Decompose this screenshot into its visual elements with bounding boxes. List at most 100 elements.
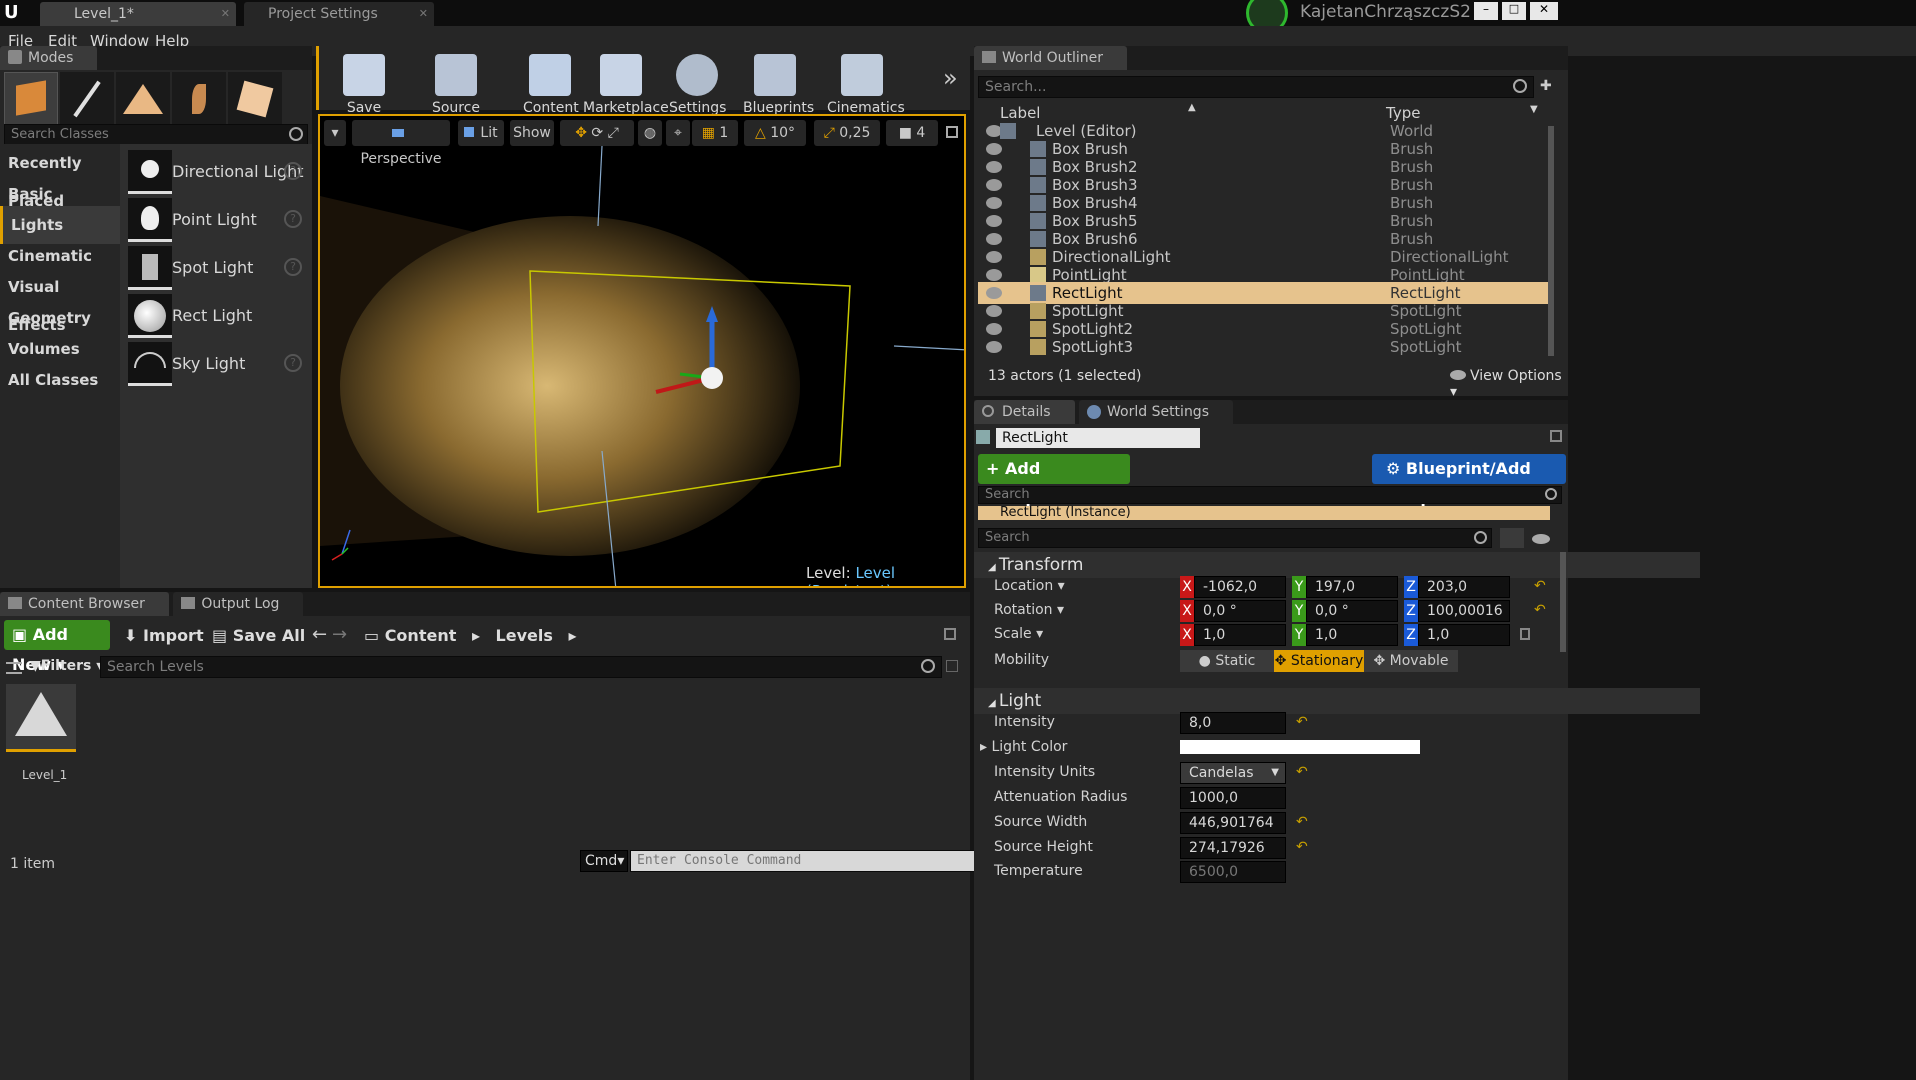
tab-project-settings[interactable]: Project Settings ✕: [244, 2, 434, 26]
visibility-icon[interactable]: [986, 143, 1002, 155]
source-control-button[interactable]: Source Control: [411, 50, 501, 132]
reset-icon[interactable]: ↶: [1534, 578, 1546, 594]
rotation-snap-button[interactable]: △ 10°: [744, 120, 806, 146]
reset-icon[interactable]: ↶: [1296, 764, 1308, 780]
category-all-classes[interactable]: All Classes: [0, 361, 120, 399]
light-color-label[interactable]: ▸ Light Color: [980, 739, 1067, 755]
lit-button[interactable]: Lit: [458, 120, 504, 146]
marketplace-button[interactable]: Marketplace: [583, 50, 669, 118]
add-actor-icon[interactable]: ✚: [1540, 78, 1556, 94]
visibility-icon[interactable]: [986, 161, 1002, 173]
geometry-mode-icon[interactable]: [228, 72, 282, 126]
console-cmd-dropdown[interactable]: Cmd▾: [580, 850, 628, 872]
mobility-movable-button[interactable]: ✥ Movable: [1364, 650, 1458, 672]
tab-world-outliner[interactable]: World Outliner: [974, 46, 1127, 70]
attenuation-radius-input[interactable]: 1000,0: [1180, 787, 1286, 809]
asset-level-1[interactable]: [6, 684, 76, 752]
toolbar-overflow-icon[interactable]: »: [943, 64, 958, 92]
visibility-icon[interactable]: [986, 269, 1002, 281]
close-icon[interactable]: ✕: [221, 2, 230, 26]
blueprints-button[interactable]: Blueprints: [743, 50, 814, 118]
source-height-input[interactable]: 274,17926: [1180, 837, 1286, 859]
list-item-sky-light[interactable]: Sky Light?: [120, 336, 312, 394]
help-icon[interactable]: ?: [284, 258, 302, 276]
surface-snap-button[interactable]: ⌖: [666, 120, 690, 146]
back-button[interactable]: ←: [312, 624, 327, 645]
temperature-input[interactable]: 6500,0: [1180, 861, 1286, 883]
details-scrollbar[interactable]: [1560, 552, 1566, 652]
camera-speed-button[interactable]: ■ 4: [886, 120, 938, 146]
help-icon[interactable]: ?: [284, 210, 302, 228]
location-z-input[interactable]: 203,0: [1418, 576, 1510, 598]
rotation-y-input[interactable]: 0,0 °: [1306, 600, 1398, 622]
visibility-icon[interactable]: [986, 179, 1002, 191]
eye-icon[interactable]: [1532, 534, 1550, 544]
tab-details[interactable]: Details: [974, 400, 1075, 424]
breadcrumb-levels[interactable]: Levels: [496, 626, 553, 645]
instance-row[interactable]: RectLight (Instance): [978, 506, 1550, 520]
viewport-menu-button[interactable]: ▾: [324, 120, 346, 146]
details-search-input[interactable]: Search: [978, 528, 1492, 548]
chevron-down-icon[interactable]: ▼: [1530, 104, 1538, 115]
world-local-button[interactable]: ◍: [638, 120, 662, 146]
sources-toggle-icon[interactable]: [6, 662, 22, 674]
forward-button[interactable]: →: [332, 624, 347, 645]
perspective-button[interactable]: Perspective: [352, 120, 450, 167]
visibility-icon[interactable]: [986, 305, 1002, 317]
location-y-input[interactable]: 197,0: [1306, 576, 1398, 598]
scale-label[interactable]: Scale ▾: [994, 626, 1043, 642]
modes-tab[interactable]: Modes: [0, 46, 98, 70]
save-current-button[interactable]: Save Current: [323, 50, 405, 132]
intensity-units-dropdown[interactable]: Candelas ▼: [1180, 762, 1286, 784]
maximize-viewport-icon[interactable]: [946, 126, 958, 138]
place-mode-icon[interactable]: [4, 72, 58, 126]
landscape-mode-icon[interactable]: [116, 72, 170, 126]
light-color-swatch[interactable]: [1180, 740, 1420, 754]
lock-icon[interactable]: [1550, 430, 1562, 442]
add-component-button[interactable]: + Add Component ▾: [978, 454, 1130, 508]
reset-icon[interactable]: ↶: [1296, 814, 1308, 830]
tab-content-browser[interactable]: Content Browser: [0, 592, 169, 616]
mobility-stationary-button[interactable]: ✥ Stationary: [1274, 650, 1364, 672]
breadcrumb-content[interactable]: Content: [385, 626, 457, 645]
paint-mode-icon[interactable]: [60, 72, 114, 126]
scale-x-input[interactable]: 1,0: [1194, 624, 1286, 646]
outliner-row[interactable]: SpotLight3 SpotLight: [978, 336, 1548, 358]
reset-icon[interactable]: ↶: [1296, 839, 1308, 855]
visibility-icon[interactable]: [986, 251, 1002, 263]
lock-icon[interactable]: [944, 628, 956, 640]
reset-icon[interactable]: ↶: [1296, 714, 1308, 730]
transform-section-header[interactable]: ◢ Transform: [974, 552, 1700, 578]
import-button[interactable]: ⬇ Import: [124, 626, 204, 645]
help-icon[interactable]: ?: [284, 162, 302, 180]
filters-button[interactable]: ▼Filters ▾: [30, 658, 103, 674]
scale-snap-button[interactable]: ⤢ 0,25: [814, 120, 880, 146]
close-icon[interactable]: ✕: [419, 2, 428, 26]
save-all-button[interactable]: ▤ Save All: [212, 626, 305, 645]
property-matrix-icon[interactable]: [1500, 528, 1524, 548]
save-search-icon[interactable]: [946, 660, 958, 672]
light-section-header[interactable]: ◢ Light: [974, 688, 1700, 714]
location-x-input[interactable]: -1062,0: [1194, 576, 1286, 598]
maximize-button[interactable]: □: [1502, 2, 1526, 20]
foliage-mode-icon[interactable]: [172, 72, 226, 126]
search-classes-input[interactable]: Search Classes: [4, 124, 308, 146]
intensity-input[interactable]: 8,0: [1180, 712, 1286, 734]
tab-output-log[interactable]: Output Log: [173, 592, 304, 616]
component-search-input[interactable]: Search: [978, 486, 1562, 504]
scale-y-input[interactable]: 1,0: [1306, 624, 1398, 646]
help-icon[interactable]: ?: [284, 354, 302, 372]
rotation-z-input[interactable]: 100,00016 °: [1418, 600, 1510, 639]
content-button[interactable]: Content: [523, 50, 579, 118]
cinematics-button[interactable]: Cinematics: [827, 50, 905, 118]
visibility-icon[interactable]: [986, 233, 1002, 245]
lock-icon[interactable]: [1520, 628, 1530, 640]
rotation-label[interactable]: Rotation ▾: [994, 602, 1064, 618]
source-width-input[interactable]: 446,901764: [1180, 812, 1286, 834]
tab-level[interactable]: Level_1* ✕: [40, 2, 236, 26]
rotation-x-input[interactable]: 0,0 °: [1194, 600, 1286, 622]
mobility-static-button[interactable]: ● Static: [1180, 650, 1274, 672]
outliner-search-input[interactable]: Search...: [978, 76, 1534, 98]
settings-button[interactable]: Settings: [669, 50, 726, 118]
view-options-button[interactable]: View Options ▾: [1450, 368, 1568, 400]
